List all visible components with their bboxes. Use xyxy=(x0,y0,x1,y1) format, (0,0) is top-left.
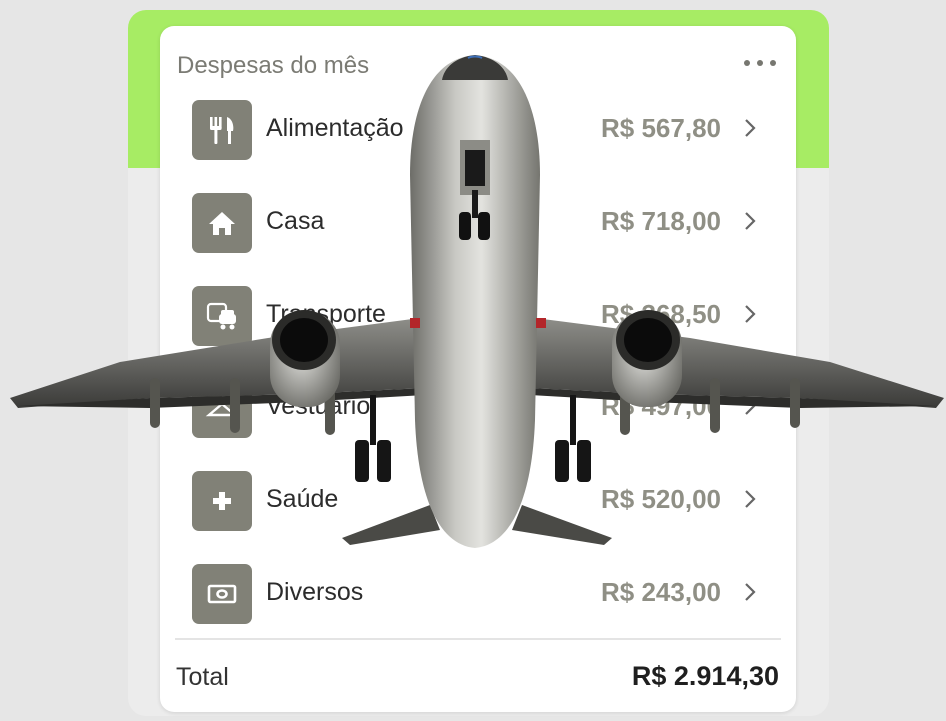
expense-amount: R$ 497,00 xyxy=(601,391,721,421)
total-label: Total xyxy=(176,663,229,691)
expense-row-transporte[interactable]: Transporte R$ 368,50 xyxy=(160,286,796,378)
expense-label: Alimentação xyxy=(266,114,404,142)
chevron-right-icon xyxy=(745,119,756,137)
expense-amount: R$ 567,80 xyxy=(601,113,721,143)
utensils-icon xyxy=(192,100,252,160)
chevron-right-icon xyxy=(745,397,756,415)
medical-cross-icon xyxy=(192,471,252,531)
more-options-icon[interactable] xyxy=(744,54,776,72)
expense-row-saude[interactable]: Saúde R$ 520,00 xyxy=(160,471,796,563)
expenses-card: Despesas do mês Alimentação R$ 567,80 Ca… xyxy=(160,26,796,712)
expense-row-vestuario[interactable]: Vestuário R$ 497,00 xyxy=(160,378,796,470)
expense-label: Vestuário xyxy=(266,392,371,420)
expense-amount: R$ 243,00 xyxy=(601,577,721,607)
expense-label: Transporte xyxy=(266,300,386,328)
hanger-icon xyxy=(192,378,252,438)
expense-row-diversos[interactable]: Diversos R$ 243,00 xyxy=(160,564,796,656)
expense-amount: R$ 718,00 xyxy=(601,206,721,236)
card-title: Despesas do mês xyxy=(177,52,370,79)
chevron-right-icon xyxy=(745,490,756,508)
expense-row-casa[interactable]: Casa R$ 718,00 xyxy=(160,193,796,285)
total-divider xyxy=(175,638,781,640)
expense-label: Saúde xyxy=(266,485,339,513)
expense-amount: R$ 368,50 xyxy=(601,299,721,329)
home-icon xyxy=(192,193,252,253)
car-icon xyxy=(192,286,252,346)
total-value: R$ 2.914,30 xyxy=(631,661,779,691)
expense-row-alimentacao[interactable]: Alimentação R$ 567,80 xyxy=(160,100,796,192)
chevron-right-icon xyxy=(745,583,756,601)
chevron-right-icon xyxy=(745,212,756,230)
banknote-icon xyxy=(192,564,252,624)
expense-label: Casa xyxy=(266,207,325,235)
chevron-right-icon xyxy=(745,305,756,323)
expense-amount: R$ 520,00 xyxy=(601,484,721,514)
expense-label: Diversos xyxy=(266,578,364,606)
